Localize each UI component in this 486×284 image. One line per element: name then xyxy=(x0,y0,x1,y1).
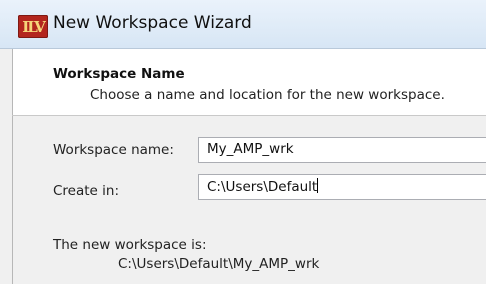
workspace-name-field[interactable]: My_AMP_wrk xyxy=(198,137,486,163)
workspace-name-value: My_AMP_wrk xyxy=(207,141,294,157)
text-caret xyxy=(317,178,319,193)
result-label: The new workspace is: xyxy=(53,237,207,253)
create-in-value: C:\Users\Default xyxy=(207,179,318,195)
window-title: New Workspace Wizard xyxy=(53,13,252,33)
app-icon: ILV xyxy=(18,15,48,38)
wizard-body: Workspace name: My_AMP_wrk Create in: C:… xyxy=(12,116,486,284)
wizard-header: Workspace Name Choose a name and locatio… xyxy=(12,49,486,115)
create-in-field[interactable]: C:\Users\Default xyxy=(198,174,486,200)
wizard-window: ILV New Workspace Wizard Workspace Name … xyxy=(0,0,486,284)
create-in-label: Create in: xyxy=(53,183,120,199)
result-path: C:\Users\Default\My_AMP_wrk xyxy=(118,256,320,272)
workspace-name-label: Workspace name: xyxy=(53,142,174,158)
title-bar[interactable]: ILV New Workspace Wizard xyxy=(0,0,486,49)
page-description: Choose a name and location for the new w… xyxy=(90,87,445,103)
page-title: Workspace Name xyxy=(53,66,185,82)
